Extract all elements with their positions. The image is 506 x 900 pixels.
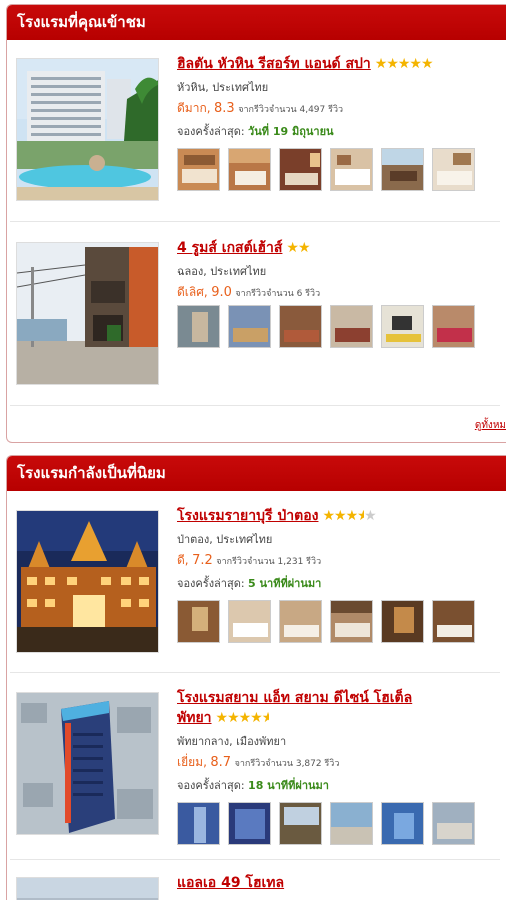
card-divider xyxy=(10,405,500,406)
rating-word: ดีมาก, xyxy=(177,101,211,115)
room-thumbnail[interactable] xyxy=(432,305,475,348)
rating-word: เยี่ยม, xyxy=(177,755,207,769)
hotel-name-link[interactable]: โรงแรมรายาบุรี ป่าตอง xyxy=(177,508,318,524)
last-booked-label: จองครั้งล่าสุด: xyxy=(177,125,245,138)
room-thumbnail[interactable] xyxy=(381,305,424,348)
hotel-title-row: แอลเอ 49 โฮเทล xyxy=(177,873,496,893)
review-count: จากรีวิวจำนวน 3,872 รีวิว xyxy=(234,759,340,769)
hotel-location: หัวหิน, ประเทศไทย xyxy=(177,81,269,94)
hotel-info: ฮิลตัน หัวหิน รีสอร์ท แอนด์ สปา ★★★★★ หัว… xyxy=(177,54,496,140)
hotel-card: แอลเอ 49 โฮเทล xyxy=(16,873,496,900)
hotel-info: โรงแรมรายาบุรี ป่าตอง ★★★★★ ป่าตอง, ประเท… xyxy=(177,506,496,592)
last-booked-label: จองครั้งล่าสุด: xyxy=(177,577,245,590)
last-booked: จองครั้งล่าสุด: 5 นาทีที่ผ่านมา xyxy=(177,574,496,592)
rating-word: ดีเลิศ, xyxy=(177,285,208,299)
room-thumbnail[interactable] xyxy=(432,802,475,845)
star-rating-icon: ★★★★★ xyxy=(215,710,269,726)
hotel-location: ป่าตอง, ประเทศไทย xyxy=(177,533,273,546)
card-divider xyxy=(10,672,500,673)
hotel-info: โรงแรมสยาม แอ็ท สยาม ดีไซน์ โฮเต็ล พัทยา… xyxy=(177,688,496,794)
thumbnail-strip xyxy=(177,600,475,643)
room-thumbnail[interactable] xyxy=(228,148,271,191)
hotel-photo[interactable] xyxy=(16,692,159,835)
hotel-photo[interactable] xyxy=(16,510,159,653)
hotel-card: โรงแรมรายาบุรี ป่าตอง ★★★★★ ป่าตอง, ประเท… xyxy=(16,506,496,656)
star-rating-icon: ★★ xyxy=(286,240,310,256)
card-divider xyxy=(10,221,500,222)
room-thumbnail[interactable] xyxy=(279,305,322,348)
room-thumbnail[interactable] xyxy=(432,600,475,643)
hotel-title-row: 4 รูมส์ เกสต์เฮ้าส์ ★★ xyxy=(177,238,496,258)
room-thumbnail[interactable] xyxy=(330,305,373,348)
thumbnail-strip xyxy=(177,305,475,348)
hotel-title-row: โรงแรมรายาบุรี ป่าตอง ★★★★★ xyxy=(177,506,496,526)
hotel-rating: ดี, 7.2 จากรีวิวจำนวน 1,231 รีวิว xyxy=(177,551,496,570)
thumbnail-strip xyxy=(177,802,475,845)
hotel-photo[interactable] xyxy=(16,877,159,900)
section-title: โรงแรมกำลังเป็นที่นิยม xyxy=(7,456,506,491)
see-all-link[interactable]: ดูทั้งหม xyxy=(475,418,506,433)
star-rating-icon: ★★★★★ xyxy=(374,56,434,72)
room-thumbnail[interactable] xyxy=(381,148,424,191)
review-count: จากรีวิวจำนวน 6 รีวิว xyxy=(235,289,321,299)
review-count: จากรีวิวจำนวน 1,231 รีวิว xyxy=(216,557,322,567)
hotel-card: 4 รูมส์ เกสต์เฮ้าส์ ★★ ฉลอง, ประเทศไทย ดี… xyxy=(16,238,496,388)
hotel-title-row: ฮิลตัน หัวหิน รีสอร์ท แอนด์ สปา ★★★★★ xyxy=(177,54,496,74)
hotel-name-link[interactable]: โรงแรมสยาม แอ็ท สยาม ดีไซน์ โฮเต็ล พัทยา xyxy=(177,690,412,726)
review-count: จากรีวิวจำนวน 4,497 รีวิว xyxy=(238,105,344,115)
hotel-card: โรงแรมสยาม แอ็ท สยาม ดีไซน์ โฮเต็ล พัทยา… xyxy=(16,688,496,848)
rating-word: ดี, xyxy=(177,553,189,567)
last-booked: จองครั้งล่าสุด: วันที่ 19 มิถุนายน xyxy=(177,122,496,140)
hotel-photo[interactable] xyxy=(16,242,159,385)
hotel-info: แอลเอ 49 โฮเทล xyxy=(177,873,496,893)
card-divider xyxy=(10,859,500,860)
hotel-photo[interactable] xyxy=(16,58,159,201)
last-booked: จองครั้งล่าสุด: 18 นาทีที่ผ่านมา xyxy=(177,776,496,794)
section-title: โรงแรมที่คุณเข้าชม xyxy=(7,5,506,40)
room-thumbnail[interactable] xyxy=(279,802,322,845)
hotel-name-link[interactable]: 4 รูมส์ เกสต์เฮ้าส์ xyxy=(177,240,282,256)
room-thumbnail[interactable] xyxy=(381,600,424,643)
room-thumbnail[interactable] xyxy=(279,600,322,643)
hotel-rating: ดีเลิศ, 9.0 จากรีวิวจำนวน 6 รีวิว xyxy=(177,283,496,302)
thumbnail-strip xyxy=(177,148,475,191)
last-booked-time: 5 นาทีที่ผ่านมา xyxy=(248,577,322,590)
hotel-title-row: โรงแรมสยาม แอ็ท สยาม ดีไซน์ โฮเต็ล พัทยา… xyxy=(177,688,496,728)
hotel-location: พัทยากลาง, เมืองพัทยา xyxy=(177,735,287,748)
last-booked-time: 18 นาทีที่ผ่านมา xyxy=(248,779,329,792)
room-thumbnail[interactable] xyxy=(177,600,220,643)
room-thumbnail[interactable] xyxy=(177,305,220,348)
last-booked-label: จองครั้งล่าสุด: xyxy=(177,779,245,792)
hotel-rating: เยี่ยม, 8.7 จากรีวิวจำนวน 3,872 รีวิว xyxy=(177,753,496,772)
hotel-name-link[interactable]: ฮิลตัน หัวหิน รีสอร์ท แอนด์ สปา xyxy=(177,56,371,72)
rating-score: 8.7 xyxy=(210,755,232,770)
room-thumbnail[interactable] xyxy=(279,148,322,191)
star-rating-icon: ★★★★★ xyxy=(322,508,376,524)
room-thumbnail[interactable] xyxy=(228,305,271,348)
room-thumbnail[interactable] xyxy=(330,600,373,643)
room-thumbnail[interactable] xyxy=(381,802,424,845)
room-thumbnail[interactable] xyxy=(330,802,373,845)
rating-score: 9.0 xyxy=(211,285,232,300)
rating-score: 7.2 xyxy=(192,553,213,568)
room-thumbnail[interactable] xyxy=(432,148,475,191)
room-thumbnail[interactable] xyxy=(177,802,220,845)
room-thumbnail[interactable] xyxy=(228,600,271,643)
room-thumbnail[interactable] xyxy=(228,802,271,845)
room-thumbnail[interactable] xyxy=(330,148,373,191)
hotel-location: ฉลอง, ประเทศไทย xyxy=(177,265,267,278)
room-thumbnail[interactable] xyxy=(177,148,220,191)
hotel-card: ฮิลตัน หัวหิน รีสอร์ท แอนด์ สปา ★★★★★ หัว… xyxy=(16,54,496,204)
hotel-name-link[interactable]: แอลเอ 49 โฮเทล xyxy=(177,875,284,891)
last-booked-time: วันที่ 19 มิถุนายน xyxy=(248,125,334,138)
rating-score: 8.3 xyxy=(214,101,235,116)
hotel-rating: ดีมาก, 8.3 จากรีวิวจำนวน 4,497 รีวิว xyxy=(177,99,496,118)
hotel-info: 4 รูมส์ เกสต์เฮ้าส์ ★★ ฉลอง, ประเทศไทย ดี… xyxy=(177,238,496,302)
